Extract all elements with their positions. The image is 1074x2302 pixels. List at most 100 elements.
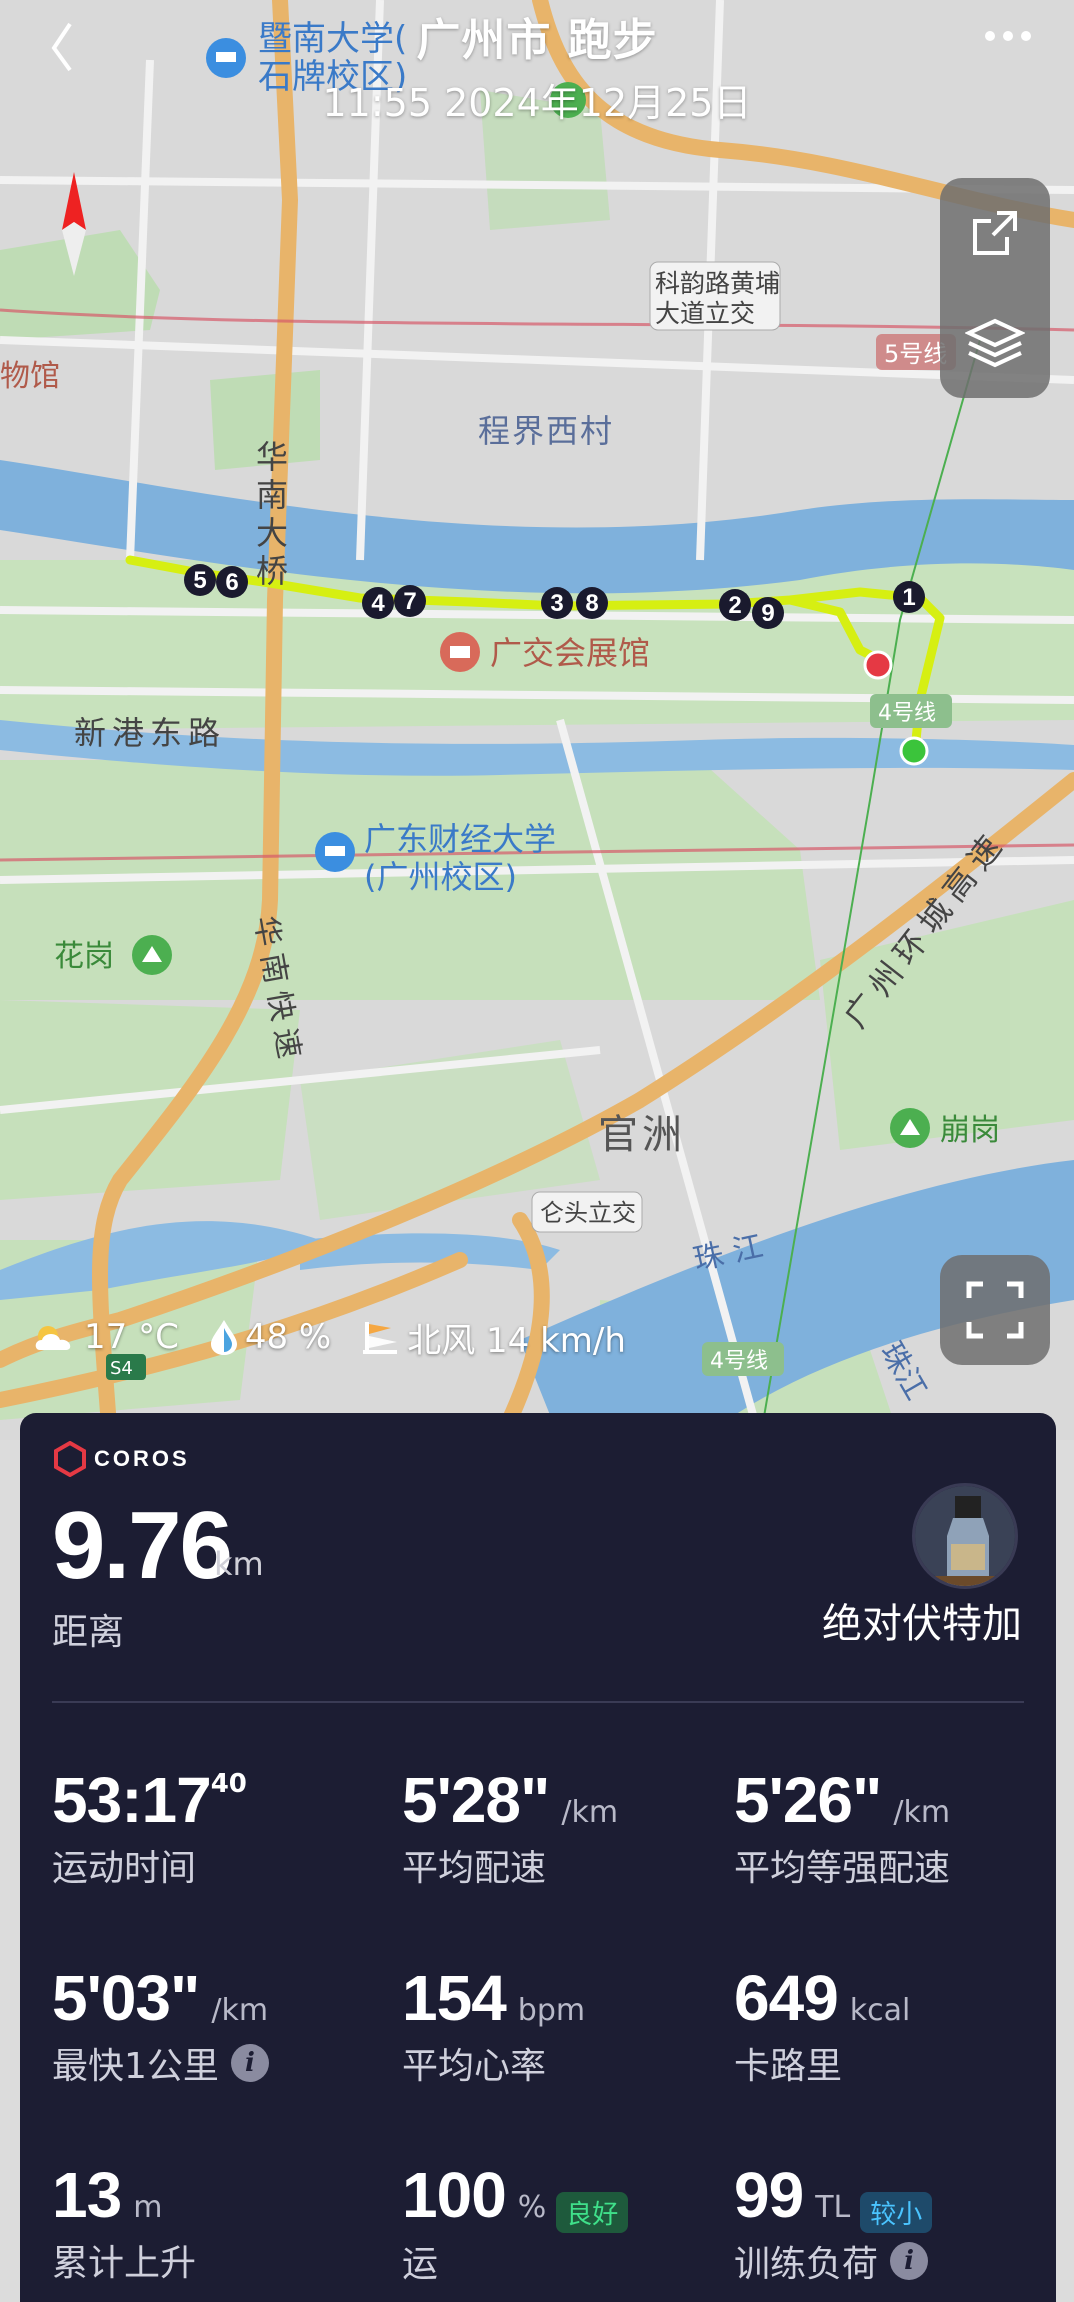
stat-elevation-gain: 13 m 累计上升	[52, 2158, 382, 2286]
status-badge: 良好	[556, 2192, 629, 2233]
map-label: (广州校区)	[364, 858, 517, 896]
map-label: 4号线	[710, 1349, 768, 1374]
map-label: 崩岗	[940, 1113, 1000, 1148]
humidity: 48 %	[244, 1317, 332, 1357]
svg-text:7: 7	[403, 588, 416, 615]
map-label: 大道立交	[655, 299, 755, 328]
info-icon[interactable]: i	[230, 2044, 269, 2082]
avg-pace-value: 5'28"	[402, 1764, 550, 1836]
fullscreen-button[interactable]	[940, 1255, 1050, 1365]
divider	[52, 1701, 1024, 1703]
fullscreen-icon	[966, 1281, 1024, 1339]
map-label: 广东财经大学	[364, 820, 556, 858]
distance-label: 距离	[52, 1612, 125, 1653]
distance-unit: km	[214, 1545, 264, 1583]
svg-text:2: 2	[728, 592, 741, 619]
share-button[interactable]	[940, 178, 1050, 288]
map-label: 程界西村	[478, 412, 614, 450]
performance-value: 100	[402, 2159, 507, 2231]
heart-rate-unit: bpm	[517, 1993, 586, 2028]
page-subtitle: 11:55 2024年12月25日	[322, 81, 752, 125]
temperature: 17 °C	[84, 1317, 179, 1357]
svg-text:8: 8	[585, 590, 598, 617]
calories-unit: kcal	[849, 1993, 911, 2028]
km-marker-7: 7	[394, 585, 426, 617]
avatar[interactable]	[912, 1483, 1018, 1589]
grade-pace-value: 5'26"	[734, 1764, 882, 1836]
heart-rate-value: 154	[402, 1962, 507, 2034]
map-label: 花岗	[54, 939, 114, 974]
page-title: 广州市 跑步	[416, 15, 658, 66]
performance-unit: %	[517, 2190, 547, 2225]
humidity-icon	[210, 1320, 237, 1355]
calories-label: 卡路里	[734, 2046, 843, 2087]
fastest-km-label: 最快1公里	[52, 2046, 219, 2087]
training-load-label: 训练负荷	[734, 2244, 879, 2285]
svg-text:5: 5	[193, 567, 206, 594]
avatar-image	[915, 1486, 1015, 1586]
coros-logo: COROS	[52, 1441, 190, 1477]
stat-avg-pace: 5'28" /km 平均配速	[402, 1763, 732, 1891]
km-marker-6: 6	[216, 566, 248, 598]
park-pin-icon	[132, 935, 172, 975]
svg-text:6: 6	[225, 569, 238, 596]
more-dots-icon	[985, 31, 1031, 41]
calories-value: 649	[734, 1962, 839, 2034]
km-marker-5: 5	[184, 564, 216, 596]
stat-grade-adjusted-pace: 5'26" /km 平均等强配速	[734, 1763, 1064, 1891]
training-load-unit: TL	[815, 2190, 851, 2225]
map-label: 官洲	[598, 1112, 686, 1158]
stat-performance: 100% 良好 运	[402, 2158, 732, 2287]
avg-pace-label: 平均配速	[402, 1848, 547, 1889]
fastest-km-value: 5'03"	[52, 1962, 200, 2034]
duration-label: 运动时间	[52, 1848, 197, 1889]
distance-value: 9.76	[52, 1492, 233, 1599]
grade-pace-label: 平均等强配速	[734, 1848, 951, 1889]
km-marker-3: 3	[541, 587, 573, 619]
share-icon	[973, 211, 1017, 255]
svg-text:3: 3	[550, 590, 563, 617]
map-label: 5号线	[884, 340, 947, 368]
duration-hundredths: 40	[210, 1769, 247, 1799]
stat-avg-heart-rate: 154 bpm 平均心率	[402, 1961, 732, 2089]
km-marker-1: 1	[893, 581, 925, 613]
elevation-value: 13	[52, 2159, 122, 2231]
weather-bar: 17 °C 48 % 北风 14 km/h	[30, 1310, 656, 1364]
map-label: 广交会展馆	[490, 634, 650, 672]
layers-icon	[965, 318, 1025, 368]
brand-name: COROS	[94, 1446, 190, 1471]
km-marker-2: 2	[719, 589, 751, 621]
km-marker-4: 4	[362, 587, 394, 619]
museum-pin-icon	[440, 632, 480, 672]
activity-summary-card: COROS 9.76 km 距离 绝对伏特加 53:1740 运动时间 5'28…	[20, 1413, 1056, 2302]
coros-logo-icon	[54, 1441, 86, 1477]
map-tool-panel	[940, 178, 1050, 398]
park-pin-icon	[890, 1108, 930, 1148]
svg-text:4: 4	[371, 590, 385, 617]
info-icon[interactable]: i	[890, 2242, 929, 2280]
map-label: 物馆	[0, 359, 60, 394]
svg-text:1: 1	[902, 584, 915, 611]
map-label: 华南大桥	[251, 440, 289, 592]
km-marker-9: 9	[752, 597, 784, 629]
university-pin-icon	[315, 832, 355, 872]
avg-pace-unit: /km	[561, 1795, 619, 1830]
wind-flag-icon	[363, 1322, 398, 1354]
map-label: 仑头立交	[540, 1199, 636, 1227]
svg-text:9: 9	[761, 600, 774, 627]
wind: 北风 14 km/h	[407, 1320, 626, 1361]
heart-rate-label: 平均心率	[402, 2046, 547, 2087]
route-map[interactable]: 1 2 9 3 8 4 7 5 6 暨南大学( 石牌校区) 科韵路黄埔 大道立交…	[0, 0, 1074, 1440]
stat-duration: 53:1740 运动时间	[52, 1763, 382, 1891]
duration-value: 53:17	[52, 1764, 212, 1836]
more-button[interactable]	[978, 12, 1038, 62]
status-badge: 较小	[860, 2192, 933, 2233]
map-label: 新港东路	[74, 714, 226, 752]
fastest-km-unit: /km	[211, 1993, 269, 2028]
map-layers-button[interactable]	[940, 288, 1050, 398]
elevation-unit: m	[133, 2190, 163, 2225]
stat-fastest-km: 5'03" /km 最快1公里 i	[52, 1961, 382, 2089]
cloudy-icon	[35, 1326, 71, 1350]
grade-pace-unit: /km	[893, 1795, 951, 1830]
map-label: 科韵路黄埔	[655, 269, 780, 298]
